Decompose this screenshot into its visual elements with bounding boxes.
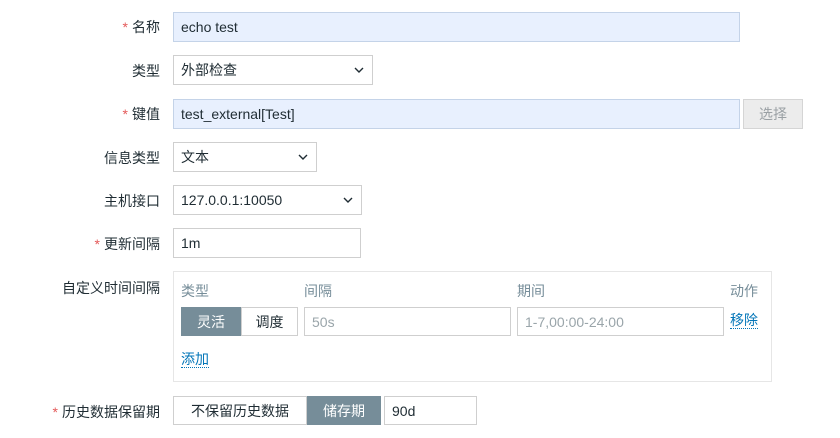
flexible-label: 灵活 [197,313,225,330]
key-label: * 键值 [122,106,160,122]
storage-period-toggle[interactable]: 储存期 [307,396,381,425]
host-interface-value: 127.0.0.1:10050 [181,192,283,208]
chevron-down-icon [298,154,308,160]
type-value: 外部检查 [181,62,237,78]
period-placeholder: 1-7,00:00-24:00 [525,313,624,330]
no-keep-history-label: 不保留历史数据 [191,402,289,419]
update-interval-label: * 更新间隔 [94,236,160,252]
select-key-button[interactable]: 选择 [743,99,803,129]
required-marker: * [52,404,58,420]
header-action: 动作 [730,283,758,299]
chevron-down-icon [354,67,364,73]
name-label: * 名称 [122,19,160,35]
scheduling-toggle[interactable]: 调度 [241,307,298,336]
type-label: 类型 [132,63,160,79]
info-type-select[interactable]: 文本 [173,142,317,172]
info-type-label: 信息类型 [104,150,160,166]
scheduling-label: 调度 [255,313,284,330]
info-type-value: 文本 [181,149,209,165]
no-keep-history-toggle[interactable]: 不保留历史数据 [173,396,307,425]
required-marker: * [122,19,128,35]
history-period-value: 90d [392,402,416,419]
storage-period-label: 储存期 [323,402,365,419]
interval-input[interactable]: 50s [304,307,511,336]
required-marker: * [94,236,100,252]
add-link[interactable]: 添加 [181,351,209,368]
update-interval-value: 1m [181,235,201,251]
host-interface-label: 主机接口 [104,193,160,209]
header-type: 类型 [181,283,209,299]
period-input[interactable]: 1-7,00:00-24:00 [517,307,724,336]
update-interval-input[interactable]: 1m [173,228,361,258]
name-input[interactable]: echo test [173,12,740,42]
interval-placeholder: 50s [312,313,335,330]
type-select[interactable]: 外部检查 [173,55,373,85]
custom-intervals-box: 类型 间隔 期间 动作 灵活 调度 50s 1-7,00:00-24:00 移除… [173,271,772,382]
history-label: * 历史数据保留期 [52,404,160,420]
flexible-toggle[interactable]: 灵活 [181,307,241,336]
key-input[interactable]: test_external[Test] [173,99,740,129]
chevron-down-icon [343,197,353,203]
header-period: 期间 [517,283,545,299]
select-key-label: 选择 [759,106,787,122]
required-marker: * [122,106,128,122]
custom-intervals-label: 自定义时间间隔 [62,280,160,296]
host-interface-select[interactable]: 127.0.0.1:10050 [173,185,362,215]
history-period-input[interactable]: 90d [384,396,477,425]
name-value: echo test [181,19,238,35]
header-interval: 间隔 [304,283,332,299]
key-value: test_external[Test] [181,106,295,122]
remove-link[interactable]: 移除 [730,312,758,329]
